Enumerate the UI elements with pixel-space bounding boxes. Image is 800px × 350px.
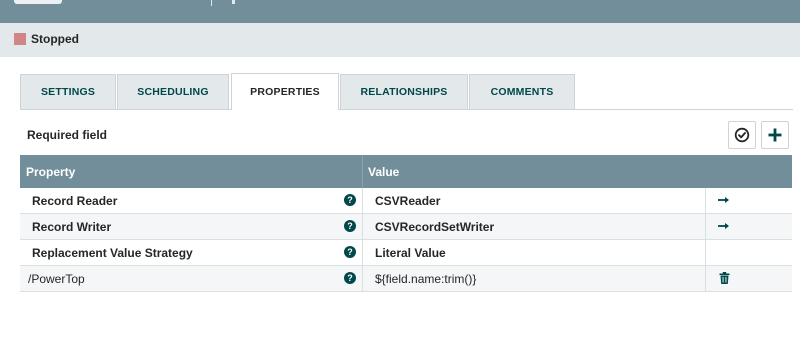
delete-property-button[interactable] — [717, 271, 731, 285]
column-divider — [362, 188, 363, 214]
table-row[interactable]: Record Reader ? CSVReader — [20, 188, 792, 214]
property-column-header: Property — [26, 165, 76, 179]
verify-button[interactable] — [728, 121, 756, 149]
property-name: Replacement Value Strategy — [32, 246, 193, 260]
column-divider — [362, 214, 363, 240]
properties-table: Property Value Record Reader ? CSVReader… — [20, 155, 792, 292]
tab-comments[interactable]: COMMENTS — [469, 74, 575, 109]
required-field-label: Required field — [27, 128, 108, 142]
property-value[interactable]: ${field.name:trim()} — [375, 272, 476, 286]
property-value[interactable]: CSVReader — [375, 194, 440, 208]
value-column-header: Value — [368, 165, 400, 179]
table-row[interactable]: Replacement Value Strategy ? Literal Val… — [20, 240, 792, 266]
property-name: Record Writer — [32, 220, 112, 234]
table-row[interactable]: /PowerTop ? ${field.name:trim()} — [20, 266, 792, 292]
run-status-label: Stopped — [31, 32, 79, 46]
column-divider — [705, 266, 706, 292]
arrow-right-icon — [718, 223, 729, 229]
help-icon[interactable]: ? — [344, 194, 356, 206]
property-value[interactable]: Literal Value — [375, 246, 446, 260]
verify-check-icon — [734, 127, 750, 143]
go-to-service-button[interactable] — [717, 219, 731, 233]
column-divider — [705, 240, 706, 266]
help-icon[interactable]: ? — [344, 272, 356, 284]
column-divider — [705, 214, 706, 240]
property-name: Record Reader — [32, 194, 118, 208]
trash-icon — [719, 272, 729, 284]
arrow-right-icon — [718, 197, 729, 203]
column-divider — [362, 240, 363, 266]
column-divider — [362, 155, 363, 188]
property-name: /PowerTop — [28, 272, 85, 286]
configuration-tabs: SETTINGS SCHEDULING PROPERTIES RELATIONS… — [20, 73, 793, 110]
tab-settings[interactable]: SETTINGS — [20, 74, 116, 109]
title-separator — [211, 0, 212, 6]
add-property-icon — [768, 128, 782, 142]
status-bar — [0, 23, 800, 57]
title-fragment — [232, 0, 235, 4]
tab-scheduling[interactable]: SCHEDULING — [117, 74, 229, 109]
tab-properties[interactable]: PROPERTIES — [231, 73, 339, 110]
stopped-status-icon — [14, 33, 26, 45]
table-row[interactable]: Record Writer ? CSVRecordSetWriter — [20, 214, 792, 240]
property-value[interactable]: CSVRecordSetWriter — [375, 220, 494, 234]
add-property-button[interactable] — [761, 121, 789, 149]
help-icon[interactable]: ? — [344, 246, 356, 258]
go-to-service-button[interactable] — [717, 193, 731, 207]
table-header: Property Value — [20, 155, 792, 188]
column-divider — [362, 266, 363, 292]
tab-relationships[interactable]: RELATIONSHIPS — [340, 74, 468, 109]
dialog-title-bar — [0, 0, 800, 23]
help-icon[interactable]: ? — [344, 220, 356, 232]
column-divider — [705, 188, 706, 214]
dialog-title-fragment — [14, 0, 62, 4]
